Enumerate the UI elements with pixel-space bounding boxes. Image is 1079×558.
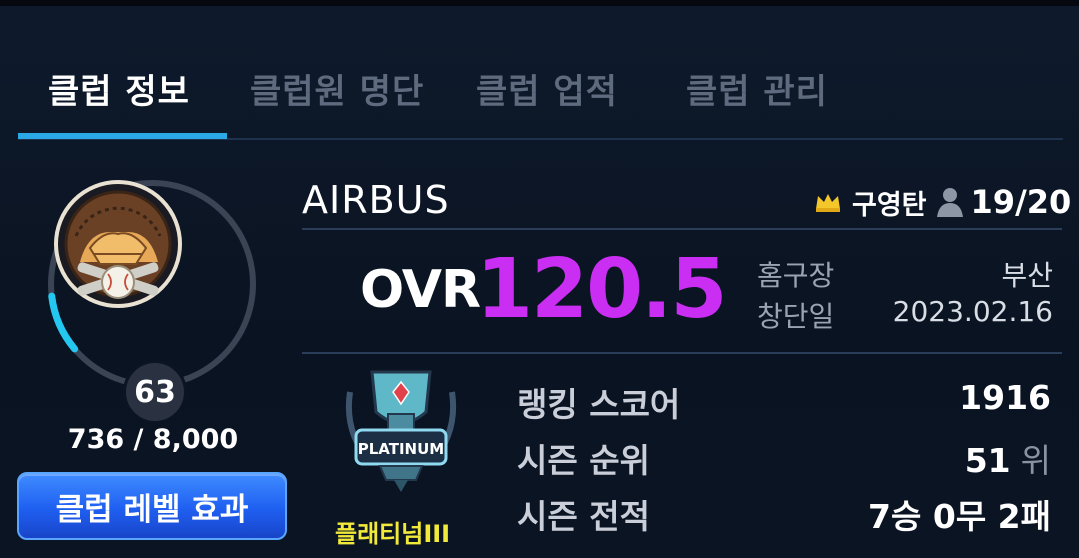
club-member-count: 19/20 <box>970 183 1072 221</box>
club-owner-info: 구영탄 19/20 <box>814 182 1071 222</box>
club-level-effect-button[interactable]: 클럽 레벨 효과 <box>17 472 287 540</box>
season-record-label: 시즌 전적 <box>517 497 650 536</box>
tier-badge-text: PLATINUM <box>358 440 444 458</box>
club-info-panel: 클럽 정보 클럽원 명단 클럽 업적 클럽 관리 63 736 / 8,000 … <box>0 0 1079 558</box>
ovr-label: OVR <box>360 260 481 320</box>
season-rank-unit: 위 <box>1020 441 1051 480</box>
tab-club-management[interactable]: 클럽 관리 <box>686 64 828 113</box>
crown-icon <box>816 194 840 212</box>
tab-club-achievements[interactable]: 클럽 업적 <box>476 64 618 113</box>
handshake-baseball-emblem-icon <box>54 180 182 308</box>
ovr-value: 120.5 <box>476 242 727 337</box>
tier-name: 플래티넘III <box>335 520 451 548</box>
club-level-ring: 63 <box>46 178 258 424</box>
club-name: AIRBUS <box>302 178 450 222</box>
tab-club-members[interactable]: 클럽원 명단 <box>250 64 424 113</box>
season-rank-value: 51 <box>964 441 1011 480</box>
club-exp-text: 736 / 8,000 <box>67 424 239 455</box>
season-record-value: 7승 0무 2패 <box>868 497 1051 536</box>
club-level-badge: 63 <box>123 360 187 424</box>
founded-date-value: 2023.02.16 <box>892 295 1053 328</box>
ranking-score-label: 랭킹 스코어 <box>517 385 681 424</box>
header-divider <box>302 228 1062 230</box>
tab-bar: 클럽 정보 클럽원 명단 클럽 업적 클럽 관리 <box>18 56 1063 142</box>
season-rank-label: 시즌 순위 <box>517 441 650 480</box>
founded-date-label: 창단일 <box>757 300 835 333</box>
section-divider <box>302 352 1062 354</box>
club-owner-name: 구영탄 <box>852 189 927 221</box>
home-stadium-value: 부산 <box>1001 259 1053 292</box>
home-stadium-label: 홈구장 <box>757 259 835 292</box>
person-icon <box>936 188 963 217</box>
platinum-trophy-icon: PLATINUM <box>345 370 457 492</box>
season-rank: 51 위 <box>965 434 1051 482</box>
tab-club-info[interactable]: 클럽 정보 <box>48 64 190 113</box>
active-tab-indicator <box>18 133 227 139</box>
ranking-score-value: 1916 <box>959 378 1051 417</box>
